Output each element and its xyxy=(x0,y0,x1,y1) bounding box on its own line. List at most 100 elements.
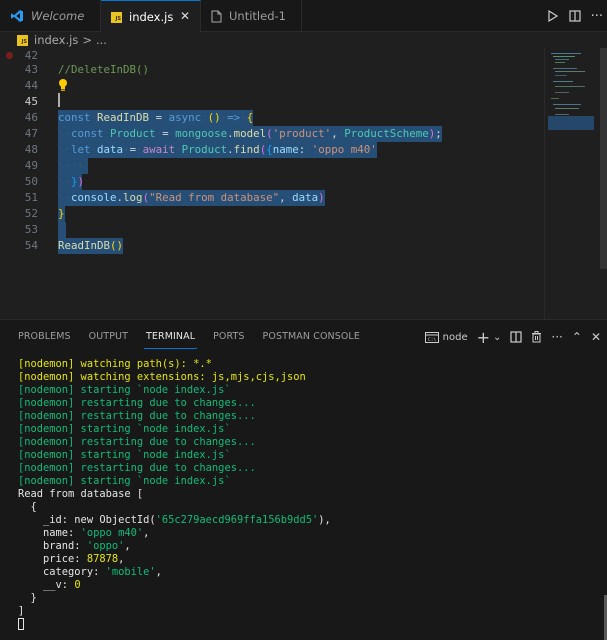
token: ·=· xyxy=(123,143,143,156)
terminal-line: _id: new ObjectId('65c279aecd969ffa156b9… xyxy=(18,514,588,527)
tab-label: Welcome xyxy=(31,9,85,23)
token: ) xyxy=(318,191,325,204)
file-icon xyxy=(211,10,222,23)
terminal-prompt xyxy=(18,618,588,631)
token: ·· xyxy=(58,191,72,204)
record-punct: , xyxy=(143,527,150,539)
line-number: 43 xyxy=(24,63,38,76)
more-actions-icon[interactable]: ··· xyxy=(591,9,603,24)
tab-problems[interactable]: PROBLEMS xyxy=(18,320,71,354)
token: ···· xyxy=(58,159,85,172)
js-file-icon: JS xyxy=(17,34,28,46)
line-number: 45 xyxy=(24,95,38,108)
code-line-50: ··}) xyxy=(58,174,84,190)
vscode-logo-icon xyxy=(10,9,24,23)
line-number: 52 xyxy=(24,207,38,220)
comment: //DeleteInDB() xyxy=(58,63,150,76)
tab-label: index.js xyxy=(129,10,174,24)
code-editor[interactable]: 42 43 44 45 46 47 48 49 50 51 52 53 54 /… xyxy=(0,48,607,319)
terminal-line: [nodemon] restarting due to changes... xyxy=(18,410,256,422)
line-number: 54 xyxy=(24,239,38,252)
token: let xyxy=(71,143,91,156)
token: ·· xyxy=(58,143,72,156)
editor-scrollbar[interactable] xyxy=(600,48,607,269)
line-number: 47 xyxy=(24,127,38,140)
line-number: 49 xyxy=(24,159,38,172)
token: model xyxy=(233,127,267,140)
token: const xyxy=(71,127,104,140)
record-punct: ), xyxy=(318,514,331,526)
tab-postman-console[interactable]: POSTMAN CONSOLE xyxy=(263,320,360,354)
new-terminal-icon[interactable]: + xyxy=(477,328,490,347)
token: ·=>· xyxy=(220,111,247,124)
tab-untitled-1[interactable]: Untitled-1 xyxy=(201,0,302,32)
bottom-panel: PROBLEMS OUTPUT TERMINAL PORTS POSTMAN C… xyxy=(0,319,607,640)
lightbulb-icon[interactable] xyxy=(58,77,68,91)
record-punct: , xyxy=(118,553,125,565)
tab-terminal[interactable]: TERMINAL xyxy=(143,320,198,354)
code-line-49: ···· xyxy=(58,158,88,174)
token: :· xyxy=(298,143,312,156)
token: log xyxy=(123,191,143,204)
token: () xyxy=(110,239,124,252)
tab-welcome[interactable]: Welcome xyxy=(0,0,101,32)
token: ·· xyxy=(58,175,72,188)
split-terminal-icon[interactable] xyxy=(510,331,523,343)
record-key: _id: new ObjectId( xyxy=(18,514,156,526)
run-icon[interactable] xyxy=(547,10,559,22)
terminal-line: [nodemon] starting `node index.js` xyxy=(18,475,231,487)
js-badge: JS xyxy=(111,11,122,23)
record-punct: , xyxy=(124,540,131,552)
terminal-line: { xyxy=(18,501,37,513)
tab-index-js[interactable]: JS index.js ✕ xyxy=(101,0,201,33)
split-editor-icon[interactable] xyxy=(568,10,581,22)
terminal-line: category: 'mobile', xyxy=(18,566,588,579)
record-key: category: xyxy=(18,566,106,578)
code-line-48: ··let·data·=·await·Product.find({name:·'… xyxy=(58,142,377,158)
terminal-line: } xyxy=(18,592,37,604)
terminal-line: [nodemon] watching path(s): *.* xyxy=(18,358,212,370)
line-number: 48 xyxy=(24,143,38,156)
code-line-53 xyxy=(58,222,66,238)
panel-tabs: PROBLEMS OUTPUT TERMINAL PORTS POSTMAN C… xyxy=(0,320,360,354)
record-v-value: 0 xyxy=(74,579,81,591)
terminal-line: [nodemon] watching extensions: js,mjs,cj… xyxy=(18,371,306,383)
code-line-47: ··const·Product·=·mongoose.model('produc… xyxy=(58,126,442,142)
more-actions-icon[interactable]: ··· xyxy=(551,330,562,344)
code-line-43: //DeleteInDB() xyxy=(58,62,149,78)
maximize-panel-icon[interactable]: ⌃ xyxy=(572,330,582,344)
terminal-line: brand: 'oppo', xyxy=(18,540,588,553)
breadcrumb-file[interactable]: index.js xyxy=(34,33,78,47)
record-key: __v: xyxy=(18,579,75,591)
breadcrumb-more[interactable]: ... xyxy=(96,33,107,47)
token: ·=· xyxy=(149,111,169,124)
token: { xyxy=(246,111,254,124)
record-id-value: '65c279aecd969ffa156b9dd5' xyxy=(155,514,319,526)
terminal-name: node xyxy=(442,331,468,343)
terminal-line: name: 'oppo m40', xyxy=(18,527,588,540)
terminal-output[interactable]: [nodemon] watching path(s): *.* [nodemon… xyxy=(18,358,588,631)
token: console xyxy=(71,191,117,204)
token: ·· xyxy=(58,127,72,140)
trash-icon[interactable] xyxy=(531,331,542,343)
record-name-value: 'oppo m40' xyxy=(80,527,144,539)
terminal-line: [nodemon] restarting due to changes... xyxy=(18,436,256,448)
token: "Read from database" xyxy=(149,191,280,204)
text-cursor xyxy=(58,93,60,107)
minimap[interactable] xyxy=(544,48,599,319)
tab-ports[interactable]: PORTS xyxy=(213,320,244,354)
terminal-line: __v: 0 xyxy=(18,579,588,592)
terminal-line: [nodemon] restarting due to changes... xyxy=(18,462,256,474)
close-tab-icon[interactable]: ✕ xyxy=(180,9,190,23)
chevron-down-icon[interactable]: ⌄ xyxy=(493,332,501,343)
terminal-selector[interactable]: C:\ node xyxy=(424,331,468,343)
close-panel-icon[interactable]: ✕ xyxy=(591,330,601,344)
token: } xyxy=(58,207,65,220)
terminal-line: ] xyxy=(18,605,25,617)
terminal-icon: C:\ xyxy=(424,331,439,343)
tab-output[interactable]: OUTPUT xyxy=(89,320,128,354)
token: name xyxy=(272,143,299,156)
record-category-value: 'mobile' xyxy=(105,566,156,578)
svg-text:C:\: C:\ xyxy=(428,337,436,343)
code-line-52: } xyxy=(58,206,65,222)
